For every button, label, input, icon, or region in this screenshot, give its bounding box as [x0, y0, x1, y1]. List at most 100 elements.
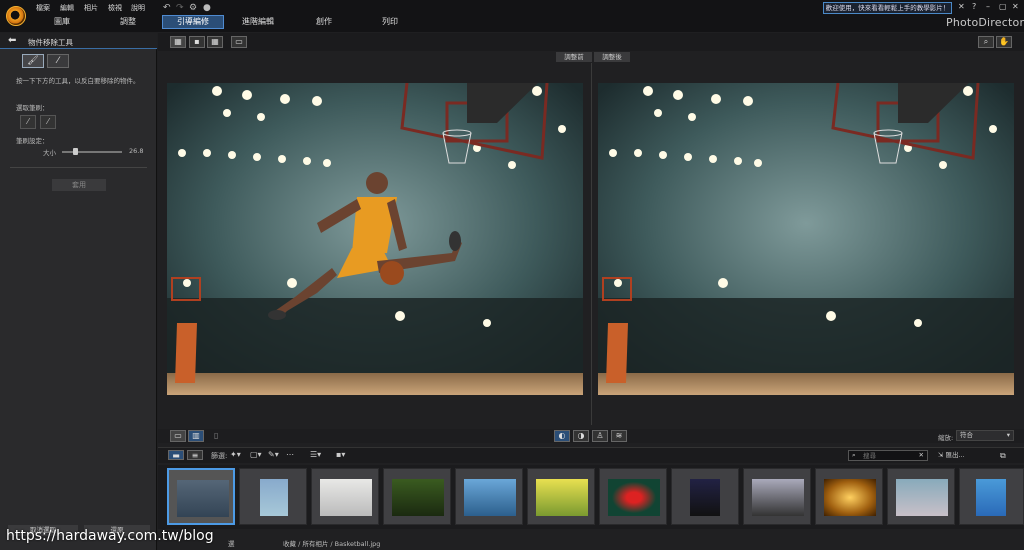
erase-brush-button[interactable]: ⁄: [40, 115, 56, 129]
brush-settings-label: 筆刷設定：: [16, 137, 49, 145]
compare-view-button[interactable]: ▦: [170, 36, 186, 48]
arena-scene-object-removed: [598, 83, 1014, 395]
size-value[interactable]: 26.8: [129, 147, 143, 155]
grid-view-button[interactable]: ▦: [207, 36, 223, 48]
add-brush-button[interactable]: ⁄: [20, 115, 36, 129]
title-bar: 檔案 編輯 相片 檢視 說明 ↶ ↷ ⚙ ● 圖庫 調整 引導編修 進階編輯 創…: [0, 0, 1024, 32]
redo-icon[interactable]: ↷: [176, 3, 184, 13]
tab-adjust[interactable]: 調整: [106, 16, 150, 27]
thumbnail-lake[interactable]: [455, 468, 523, 525]
menu-file[interactable]: 檔案: [36, 3, 50, 13]
thumbnail-church[interactable]: [743, 468, 811, 525]
tab-create[interactable]: 創作: [302, 16, 346, 27]
thumbnail-forest[interactable]: [383, 468, 451, 525]
grid-icon: ▦: [211, 37, 219, 46]
back-arrow-icon[interactable]: ⬅: [8, 35, 16, 46]
size-slider-thumb[interactable]: [72, 148, 78, 155]
single-view-button[interactable]: ▪: [189, 36, 205, 48]
brush-tool-button[interactable]: 🖌: [22, 54, 44, 68]
tag-filter-icon[interactable]: ✦▾: [230, 450, 241, 459]
side-by-side-button[interactable]: ▥: [188, 430, 204, 442]
file-path: 收藏 / 所有相片 / Basketball.jpg: [283, 540, 381, 548]
thumbnail-basketball[interactable]: [167, 468, 235, 525]
list-icon: ≡: [191, 451, 199, 460]
thumbnail-jump[interactable]: [959, 468, 1024, 525]
compare-divider[interactable]: [591, 63, 592, 425]
pan-tool-button[interactable]: ✋: [996, 36, 1012, 48]
search-box[interactable]: ⌕ ✕: [848, 450, 928, 461]
info-icon[interactable]: ●: [203, 3, 211, 13]
screen-mode-icon[interactable]: ▯: [214, 431, 218, 440]
tab-advanced-edit[interactable]: 進階編輯: [236, 16, 280, 27]
zoom-select[interactable]: 符合 ▾: [956, 430, 1014, 441]
split-layout-icon: ▥: [192, 431, 200, 440]
view-mode-button-2[interactable]: ◑: [573, 430, 589, 442]
menu-edit[interactable]: 編輯: [60, 3, 74, 13]
menu-view[interactable]: 檢視: [108, 3, 122, 13]
object-removal-panel: ⬅ 物件移除工具 🖌 ⁄ 按一下下方的工具，以反白要移除的物件。 選取筆刷： ⁄…: [0, 33, 157, 550]
viewer-bottom-bar: ▭ ▥ ▯ ◐ ◑ ♙ ≋: [158, 429, 1024, 443]
layers-icon: ≋: [615, 431, 623, 440]
chevron-down-icon: ▾: [1006, 431, 1010, 439]
thumbnail-fashion[interactable]: [239, 468, 307, 525]
thumbnail-neon[interactable]: [671, 468, 739, 525]
minimize-icon[interactable]: –: [986, 2, 990, 11]
monitor-icon: ▭: [235, 37, 243, 46]
apply-button[interactable]: 套用: [52, 179, 106, 191]
tab-print[interactable]: 列印: [368, 16, 412, 27]
thumbnail-bottle[interactable]: [311, 468, 379, 525]
single-layout-button[interactable]: ▭: [170, 430, 186, 442]
pen-filter-icon[interactable]: ✎▾: [268, 450, 279, 459]
frame-filter-icon[interactable]: ▢▾: [250, 450, 262, 459]
app-logo-icon[interactable]: [6, 6, 26, 26]
thumbnail-red-flower[interactable]: [599, 468, 667, 525]
undo-icon[interactable]: ↶: [163, 3, 171, 13]
image-icon: ▪: [194, 37, 200, 46]
size-slider-track[interactable]: [62, 151, 122, 153]
clear-search-icon[interactable]: ✕: [919, 451, 924, 460]
filter-label: 篩選:: [211, 452, 228, 460]
menu-help[interactable]: 說明: [131, 3, 145, 13]
screen-button[interactable]: ▭: [231, 36, 247, 48]
export-label: 匯出...: [945, 451, 965, 459]
watermark-url: https://hardaway.com.tw/blog: [6, 528, 214, 544]
thumbnail-spiral[interactable]: [815, 468, 883, 525]
menu-photo[interactable]: 相片: [84, 3, 98, 13]
after-photo[interactable]: [598, 83, 1014, 395]
tab-guided-edit[interactable]: 引導編修: [162, 15, 224, 29]
sort-icon[interactable]: ☰▾: [310, 450, 321, 459]
thumbnail-clouds[interactable]: [887, 468, 955, 525]
zoom-tool-button[interactable]: ⌕: [978, 36, 994, 48]
wand-icon: ⁄: [57, 56, 59, 66]
tab-library[interactable]: 圖庫: [40, 16, 84, 27]
panel-title: 物件移除工具: [28, 38, 73, 47]
thumbnail-flowers[interactable]: [527, 468, 595, 525]
view-mode-button-1[interactable]: ◐: [554, 430, 570, 442]
settings-gear-icon[interactable]: ⚙: [189, 3, 197, 13]
stack-icon[interactable]: ▪▾: [336, 450, 345, 459]
before-photo[interactable]: [167, 83, 583, 395]
photodirector-window: 檔案 編輯 相片 檢視 說明 ↶ ↷ ⚙ ● 圖庫 調整 引導編修 進階編輯 創…: [0, 0, 1024, 550]
export-button[interactable]: ⇲ 匯出...: [938, 450, 988, 461]
brush-select-label: 選取筆刷：: [16, 104, 49, 112]
maximize-icon[interactable]: ▢: [999, 2, 1007, 11]
view-mode-button-4[interactable]: ≋: [611, 430, 627, 442]
panel-header: ⬅ 物件移除工具: [0, 33, 157, 49]
close-icon[interactable]: ✕: [1012, 2, 1019, 11]
arena-scene-with-player: [167, 83, 583, 395]
eye-icon: ◐: [558, 431, 566, 440]
more-icon[interactable]: ⋯: [286, 450, 294, 459]
divider: [10, 167, 147, 168]
welcome-banner[interactable]: 歡迎使用，快來看看輕鬆上手的教學影片！: [823, 2, 952, 14]
help-icon[interactable]: ?: [972, 2, 976, 11]
banner-close-icon[interactable]: ✕: [958, 2, 965, 11]
magic-brush-tool-button[interactable]: ⁄: [47, 54, 69, 68]
filmstrip-icon: ▬: [172, 451, 180, 460]
filmstrip-view-button[interactable]: ▬: [168, 450, 184, 460]
popout-icon[interactable]: ⧉: [1000, 451, 1006, 461]
viewer-toolbar: ▦ ▪ ▦ ▭ ⌕ ✋: [158, 33, 1024, 51]
list-view-button[interactable]: ≡: [187, 450, 203, 460]
view-mode-button-3[interactable]: ♙: [592, 430, 608, 442]
search-input[interactable]: [863, 451, 913, 460]
size-label: 大小: [43, 149, 56, 157]
